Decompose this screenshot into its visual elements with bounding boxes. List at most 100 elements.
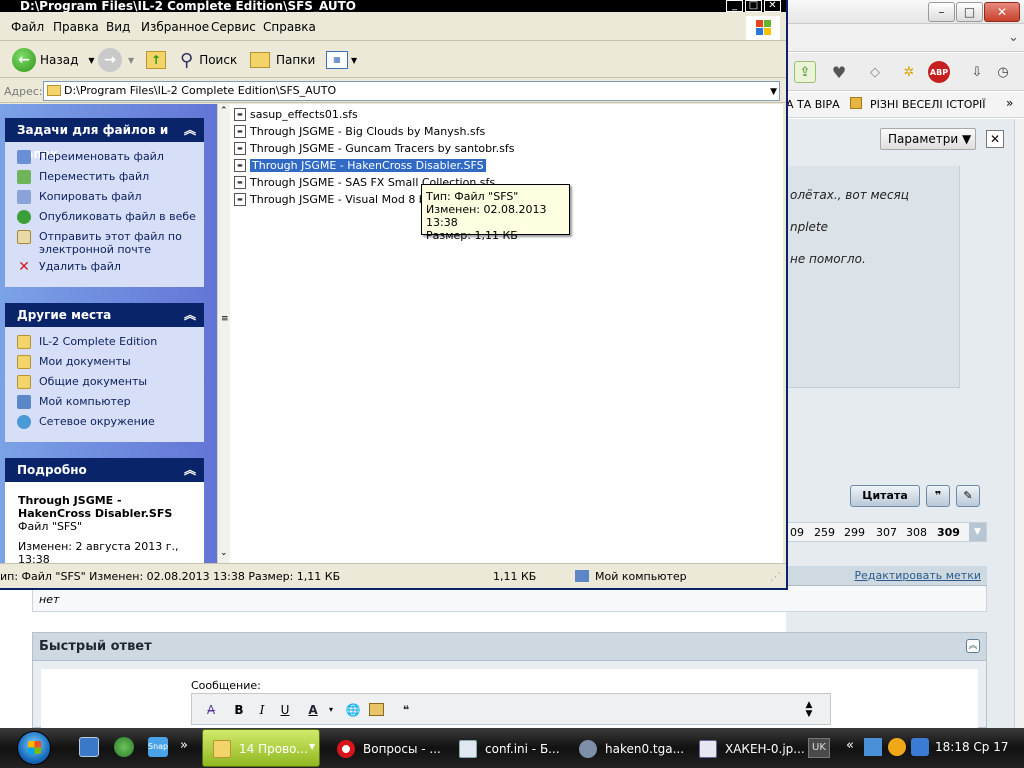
task-move[interactable]: Переместить файл — [17, 170, 149, 184]
collapse-icon[interactable]: ︽ — [184, 118, 196, 142]
quote-button[interactable]: Цитата — [850, 485, 920, 507]
task-publish[interactable]: Опубликовать файл в вебе — [17, 210, 196, 224]
search-button[interactable]: ⚲ Поиск — [180, 47, 237, 73]
tray-expand-icon[interactable]: « — [846, 738, 854, 753]
place-network[interactable]: Сетевое окружение — [17, 415, 155, 429]
maximize-button[interactable]: □ — [745, 0, 762, 12]
volume-icon[interactable] — [911, 738, 929, 756]
back-button[interactable]: ← Назад ▼ — [12, 47, 95, 73]
minimize-button[interactable]: – — [928, 2, 955, 22]
network-icon[interactable] — [864, 738, 882, 756]
scroll-up-icon[interactable]: ⌃ — [220, 106, 228, 116]
task-explorer[interactable]: 14 Прово... — [202, 729, 320, 767]
bookmark-add-icon[interactable]: ⇪ — [794, 61, 816, 83]
tasks-panel-header[interactable]: Задачи для файлов и папок ︽ — [5, 118, 204, 161]
page-link[interactable]: 259 — [814, 526, 835, 539]
params-close-button[interactable]: ✕ — [986, 130, 1004, 148]
file-item[interactable]: ▬ Through JSGME - Guncam Tracers by sant… — [234, 140, 514, 156]
task-group-dropdown-icon[interactable]: ▼ — [309, 742, 315, 751]
quick-quote-icon[interactable]: ✎ — [956, 485, 980, 507]
back-dropdown-icon[interactable]: ▼ — [88, 56, 94, 65]
task-opera[interactable]: Вопросы - ... — [326, 729, 446, 767]
edit-tags-link[interactable]: Редактировать метки — [854, 569, 981, 582]
bookmark-item[interactable]: А ТА ВІРА — [786, 98, 840, 111]
params-button[interactable]: Параметри ▼ — [880, 128, 976, 150]
place-shared-documents[interactable]: Общие документы — [17, 375, 147, 389]
folders-button[interactable]: Папки — [250, 47, 315, 73]
place-il2[interactable]: IL-2 Complete Edition — [17, 335, 157, 349]
views-dropdown-icon[interactable]: ▼ — [351, 56, 357, 65]
multiquote-icon[interactable]: ❞ — [926, 485, 950, 507]
quote-icon[interactable]: ❝ — [397, 701, 415, 719]
menu-tools[interactable]: Сервис — [211, 20, 256, 34]
task-image[interactable]: ХАКЕН-0.jp... — [688, 729, 806, 767]
resize-grip-icon[interactable]: ⋰ — [770, 570, 781, 583]
collapse-icon[interactable]: ︽ — [184, 458, 196, 482]
tray-app-icon[interactable] — [888, 738, 906, 756]
menu-help[interactable]: Справка — [263, 20, 316, 34]
clock[interactable]: 18:18 Ср 17 — [935, 740, 1008, 754]
task-notepad[interactable]: conf.ini - Б... — [448, 729, 566, 767]
collapse-icon[interactable]: ︽ — [966, 639, 980, 653]
history-icon[interactable]: ◷ — [992, 61, 1014, 83]
details-panel-header[interactable]: Подробно ︽ — [5, 458, 204, 482]
italic-icon[interactable]: I — [253, 701, 271, 719]
more-bookmarks-icon[interactable]: » — [1006, 96, 1013, 110]
address-dropdown-icon[interactable]: ▼ — [770, 83, 777, 101]
task-copy[interactable]: Копировать файл — [17, 190, 142, 204]
show-desktop-icon[interactable] — [79, 737, 99, 757]
text-color-icon[interactable]: A — [304, 701, 322, 719]
task-delete[interactable]: ✕ Удалить файл — [17, 260, 121, 274]
tab-scroll-icon[interactable]: ⌄ — [1008, 30, 1019, 45]
link-icon[interactable]: 🌐 — [344, 701, 362, 719]
page-link[interactable]: 09 — [790, 526, 804, 539]
task-email[interactable]: Отправить этот файл по электронной почте — [17, 230, 187, 256]
image-icon[interactable] — [369, 703, 384, 716]
underline-icon[interactable]: U — [276, 701, 294, 719]
forward-dropdown-icon[interactable]: ▼ — [128, 56, 134, 65]
page-link[interactable]: 307 — [876, 526, 897, 539]
scroll-grip-icon[interactable]: ≡ — [221, 314, 229, 324]
close-button[interactable]: ✕ — [764, 0, 781, 12]
scroll-down-icon[interactable]: ⌄ — [220, 548, 228, 558]
maximize-button[interactable]: □ — [956, 2, 983, 22]
language-indicator[interactable]: UK — [808, 738, 830, 758]
file-item-selected[interactable]: ▬ Through JSGME - HakenCross Disabler.SF… — [234, 157, 486, 173]
browser-scrollbar[interactable] — [1014, 119, 1024, 728]
views-button[interactable]: ▦ ▼ — [326, 47, 357, 73]
remove-format-icon[interactable]: A̶ — [202, 701, 220, 719]
places-panel-header[interactable]: Другие места ︽ — [5, 303, 204, 327]
download-icon[interactable]: ⇩ — [966, 61, 988, 83]
taskpane-scrollbar[interactable]: ⌃ ≡ ⌄ — [217, 104, 230, 563]
task-rename[interactable]: Переименовать файл — [17, 150, 164, 164]
start-button[interactable] — [17, 731, 51, 765]
place-my-documents[interactable]: Мои документы — [17, 355, 131, 369]
task-image-viewer[interactable]: haken0.tga... — [568, 729, 684, 767]
bookmark-item[interactable]: РІЗНІ ВЕСЕЛІ ІСТОРІЇ — [870, 98, 986, 111]
page-link[interactable]: 308 — [906, 526, 927, 539]
menu-edit[interactable]: Правка — [53, 20, 99, 34]
forward-button[interactable]: → ▼ — [98, 47, 134, 73]
heart-icon[interactable]: ♥ — [828, 61, 850, 83]
file-item[interactable]: ▬ Through JSGME - Visual Mod 8 by P — [234, 191, 442, 207]
globe-icon[interactable] — [114, 737, 134, 757]
place-my-computer[interactable]: Мой компьютер — [17, 395, 131, 409]
menu-file[interactable]: Файл — [11, 20, 44, 34]
file-item[interactable]: ▬ sasup_effects01.sfs — [234, 106, 358, 122]
up-folder-button[interactable]: ↑ — [146, 47, 166, 73]
adblock-icon[interactable]: ABP — [928, 61, 950, 83]
menu-favorites[interactable]: Избранное — [141, 20, 209, 34]
menu-view[interactable]: Вид — [106, 20, 130, 34]
pager-dropdown-icon[interactable]: ▼ — [969, 523, 986, 541]
more-quicklaunch-icon[interactable]: » — [180, 738, 188, 753]
file-item[interactable]: ▬ Through JSGME - Big Clouds by Manysh.s… — [234, 123, 485, 139]
text-color-dropdown-icon[interactable]: ▾ — [322, 701, 340, 719]
minimize-button[interactable]: _ — [726, 0, 743, 12]
extension-icon[interactable]: ✲ — [898, 61, 920, 83]
page-link[interactable]: 299 — [844, 526, 865, 539]
close-button[interactable]: ✕ — [984, 2, 1020, 22]
shield-icon[interactable]: ◇ — [864, 61, 886, 83]
bold-icon[interactable]: B — [230, 701, 248, 719]
collapse-icon[interactable]: ︽ — [184, 303, 196, 327]
address-input[interactable]: D:\Program Files\IL-2 Complete Edition\S… — [43, 81, 780, 101]
